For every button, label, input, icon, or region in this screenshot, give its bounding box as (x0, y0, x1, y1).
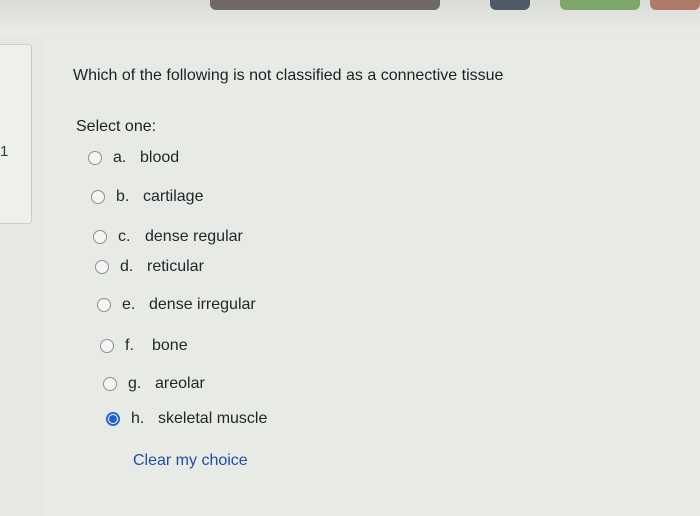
photo-fragment (210, 0, 440, 10)
photo-fragment (560, 0, 640, 10)
option-label: reticular (147, 258, 204, 275)
radio-button[interactable] (97, 298, 111, 312)
option-label: skeletal muscle (158, 410, 268, 427)
question-card (44, 36, 700, 516)
question-info-panel (0, 44, 32, 224)
option-b[interactable]: b. cartilage (91, 188, 203, 206)
radio-button[interactable] (91, 190, 105, 204)
option-label: dense regular (145, 228, 243, 245)
clear-choice-link[interactable]: Clear my choice (133, 452, 248, 470)
option-a[interactable]: a. blood (88, 149, 179, 167)
option-letter: c. (118, 228, 131, 245)
radio-button-selected[interactable] (106, 412, 120, 426)
option-f[interactable]: f. bone (100, 337, 188, 355)
option-c[interactable]: c. dense regular (93, 228, 243, 246)
option-letter: e. (122, 296, 136, 313)
option-label: blood (140, 149, 180, 166)
option-letter: d. (120, 258, 134, 275)
option-letter: a. (113, 149, 127, 166)
option-label: bone (152, 337, 188, 354)
option-letter: f. (125, 337, 134, 354)
radio-button[interactable] (103, 377, 117, 391)
option-d[interactable]: d. reticular (95, 258, 204, 276)
photo-fragment (490, 0, 530, 10)
radio-button[interactable] (95, 260, 109, 274)
option-h[interactable]: h. skeletal muscle (106, 410, 267, 428)
option-g[interactable]: g. areolar (103, 375, 205, 393)
option-label: areolar (155, 375, 205, 392)
option-letter: g. (128, 375, 142, 392)
option-label: cartilage (143, 188, 204, 205)
radio-button[interactable] (100, 339, 114, 353)
radio-button[interactable] (93, 230, 107, 244)
radio-button[interactable] (88, 151, 102, 165)
option-letter: h. (131, 410, 145, 427)
option-label: dense irregular (149, 296, 256, 313)
top-photo-strip (0, 0, 700, 34)
select-one-prompt: Select one: (76, 118, 157, 135)
option-e[interactable]: e. dense irregular (97, 296, 256, 314)
question-number: 1 (0, 143, 9, 160)
question-text: Which of the following is not classified… (73, 67, 504, 84)
option-letter: b. (116, 188, 130, 205)
photo-fragment (650, 0, 700, 10)
